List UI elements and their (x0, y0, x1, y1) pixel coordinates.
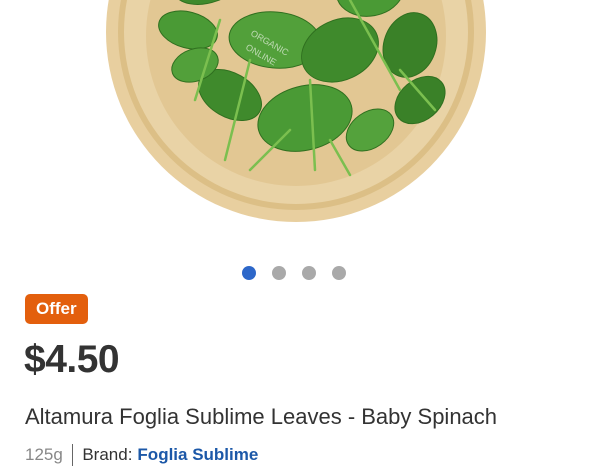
meta-divider (71, 444, 74, 466)
offer-badge: Offer (25, 294, 88, 324)
product-name: Altamura Foglia Sublime Leaves - Baby Sp… (25, 404, 498, 429)
product-image[interactable]: ORGANIC ONLINE (100, 0, 492, 224)
carousel-dot-4[interactable] (332, 266, 346, 280)
carousel-dot-3[interactable] (302, 266, 316, 280)
product-price: $4.50 (24, 338, 120, 381)
brand-label: Brand: (82, 445, 133, 464)
image-carousel-dots (242, 266, 346, 280)
product-detail-page: ORGANIC ONLINE Offer $4.50 Altamura Fogl… (0, 0, 591, 472)
product-meta-row: 125g Brand: Foglia Sublime (25, 443, 258, 467)
carousel-dot-1[interactable] (242, 266, 256, 280)
brand-link[interactable]: Foglia Sublime (137, 443, 258, 467)
carousel-dot-2[interactable] (272, 266, 286, 280)
product-weight: 125g (25, 445, 63, 464)
